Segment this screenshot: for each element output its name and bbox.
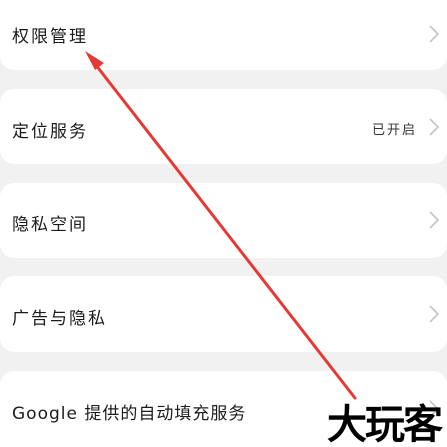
settings-item-location-service[interactable]: 定位服务 已开启 <box>0 89 447 164</box>
settings-item-label: Google 提供的自动填充服务 <box>12 404 247 424</box>
chevron-right-icon <box>429 211 440 229</box>
settings-item-label: 隐私空间 <box>12 215 88 235</box>
watermark-logo: 大玩客 <box>327 402 443 447</box>
settings-item-label: 定位服务 <box>12 122 88 142</box>
settings-item-label: 广告与隐私 <box>12 309 107 329</box>
chevron-right-icon <box>429 25 440 43</box>
settings-screen: 权限管理 定位服务 已开启 隐私空间 广告与隐私 Google 提供的自动填充服… <box>0 0 447 447</box>
chevron-right-icon <box>429 118 440 136</box>
settings-item-permission-management[interactable]: 权限管理 <box>0 0 447 70</box>
chevron-right-icon <box>429 305 440 323</box>
settings-item-private-space[interactable]: 隐私空间 <box>0 183 447 258</box>
status-text: 已开启 <box>371 123 417 138</box>
settings-item-label: 权限管理 <box>12 27 88 47</box>
settings-item-ads-privacy[interactable]: 广告与隐私 <box>0 276 447 352</box>
